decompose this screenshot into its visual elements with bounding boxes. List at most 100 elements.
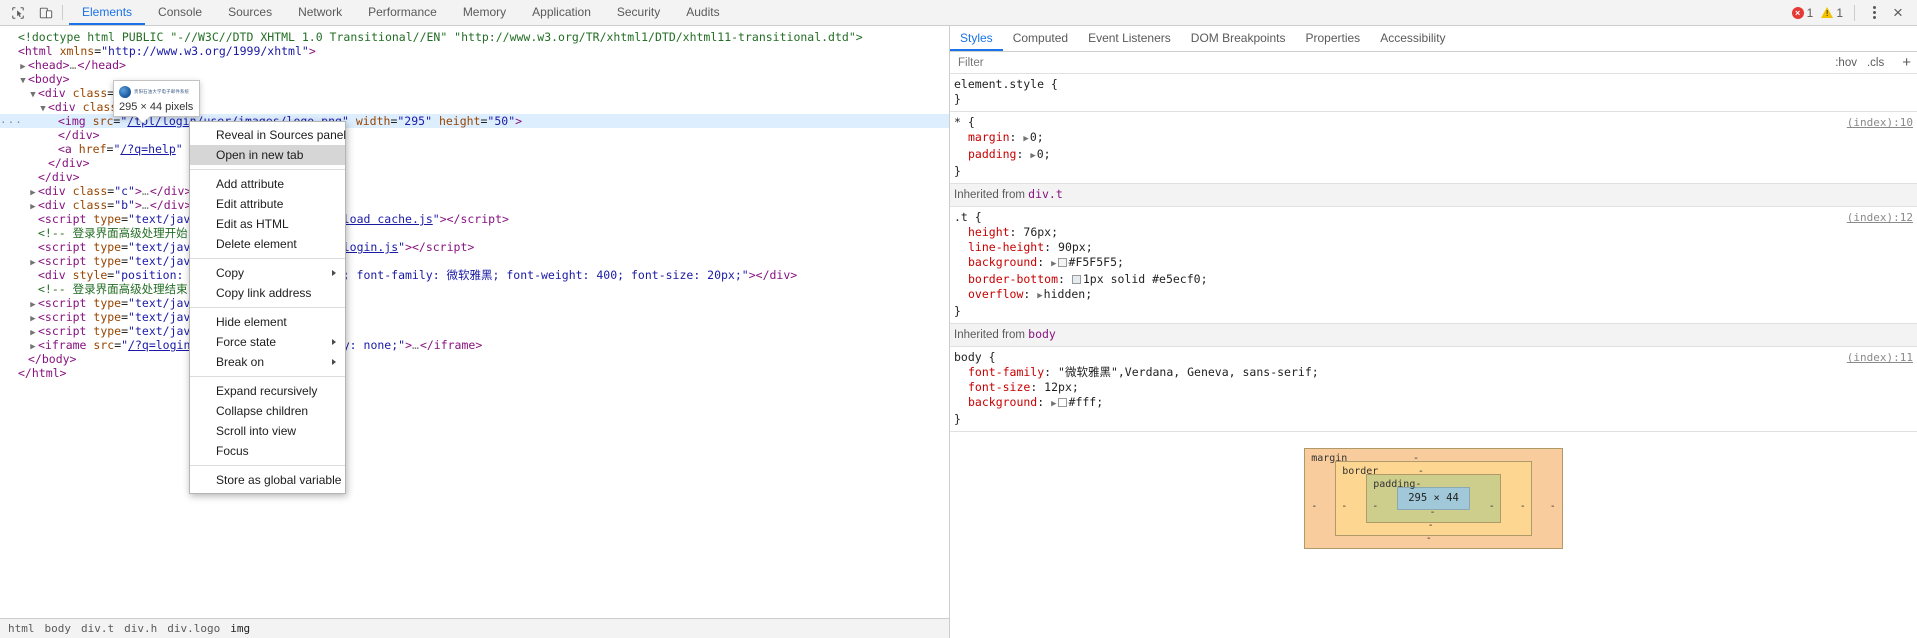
menu-item-edit-as-html[interactable]: Edit as HTML <box>190 214 345 234</box>
menu-item-expand-recursively[interactable]: Expand recursively <box>190 381 345 401</box>
styles-filter-input[interactable] <box>956 55 1836 70</box>
dom-node[interactable]: </html> <box>0 366 949 380</box>
tab-console[interactable]: Console <box>145 0 215 25</box>
menu-item-focus[interactable]: Focus <box>190 441 345 461</box>
breadcrumb-item-div-h[interactable]: div.h <box>124 622 157 635</box>
force-state-hov-button[interactable]: :hov <box>1835 57 1857 69</box>
tab-elements[interactable]: Elements <box>69 0 146 25</box>
inherited-from-target[interactable]: div.t <box>1028 187 1063 201</box>
expand-triangle-icon[interactable]: ▶ <box>1051 257 1056 272</box>
box-model-border[interactable]: border - - - - padding- - - -295 × 44 <box>1335 461 1532 536</box>
tab-properties[interactable]: Properties <box>1295 26 1370 51</box>
menu-item-copy-link-address[interactable]: Copy link address <box>190 283 345 303</box>
dom-node[interactable]: <a href="/?q=help" target="_blank">…</a> <box>0 142 949 156</box>
menu-item-force-state[interactable]: Force state <box>190 332 345 352</box>
css-property[interactable]: height: 76px; <box>954 225 1917 240</box>
dom-node[interactable]: </div> <box>0 128 949 142</box>
menu-item-break-on[interactable]: Break on <box>190 352 345 372</box>
expand-triangle-icon[interactable]: ▶ <box>1037 289 1042 304</box>
menu-item-hide-element[interactable]: Hide element <box>190 312 345 332</box>
menu-item-scroll-into-view[interactable]: Scroll into view <box>190 421 345 441</box>
breadcrumb-item-div-t[interactable]: div.t <box>81 622 114 635</box>
menu-item-copy[interactable]: Copy <box>190 263 345 283</box>
css-property[interactable]: line-height: 90px; <box>954 240 1917 255</box>
menu-item-store-as-global-variable[interactable]: Store as global variable <box>190 470 345 490</box>
dom-node[interactable]: <script type="text/javascript">…</script… <box>0 310 949 324</box>
dom-node[interactable]: <div class="c">…</div> <box>0 184 949 198</box>
inherited-from-target[interactable]: body <box>1028 327 1056 341</box>
tab-accessibility[interactable]: Accessibility <box>1370 26 1455 51</box>
box-model-margin[interactable]: margin - - - - border - - - - padding- - - -295 × 44 <box>1304 448 1563 549</box>
breadcrumb-item-div-logo[interactable]: div.logo <box>167 622 220 635</box>
dom-node[interactable]: <!doctype html PUBLIC "-//W3C//DTD XHTML… <box>0 30 949 44</box>
dom-node[interactable]: <div style="position: absolute; color: b… <box>0 268 949 282</box>
dom-node[interactable]: <script type="text/javascript">…</script… <box>0 254 949 268</box>
error-counter[interactable]: × 1 <box>1789 6 1817 20</box>
tab-sources[interactable]: Sources <box>215 0 285 25</box>
css-selector[interactable]: * { <box>954 115 1917 130</box>
menu-item-open-in-new-tab[interactable]: Open in new tab <box>190 145 345 165</box>
dom-node[interactable]: <iframe src="/?q=login.load c" style="di… <box>0 338 949 352</box>
dom-node[interactable]: </body> <box>0 352 949 366</box>
tab-styles[interactable]: Styles <box>950 26 1003 51</box>
box-model-padding[interactable]: padding- - - -295 × 44 <box>1366 474 1501 523</box>
menu-item-add-attribute[interactable]: Add attribute <box>190 174 345 194</box>
css-property[interactable]: font-family: "微软雅黑",Verdana, Geneva, san… <box>954 365 1917 380</box>
menu-item-collapse-children[interactable]: Collapse children <box>190 401 345 421</box>
css-property[interactable]: padding: ▶0; <box>954 147 1917 164</box>
dom-node[interactable]: <!-- 登录界面高级处理结束 --> <box>0 282 949 296</box>
close-icon[interactable]: × <box>1887 2 1909 24</box>
dom-node[interactable]: <script type="text/javascript" src="/tpl… <box>0 212 949 226</box>
inspect-element-icon[interactable] <box>8 3 28 23</box>
tab-dom-breakpoints[interactable]: DOM Breakpoints <box>1181 26 1296 51</box>
tab-network[interactable]: Network <box>285 0 355 25</box>
css-selector[interactable]: body { <box>954 350 1917 365</box>
css-rule-source-link[interactable]: (index):12 <box>1847 210 1913 225</box>
css-selector[interactable]: element.style { <box>954 77 1917 92</box>
breadcrumb-item-body[interactable]: body <box>45 622 72 635</box>
menu-item-delete-element[interactable]: Delete element <box>190 234 345 254</box>
css-property[interactable]: border-bottom: 1px solid #e5ecf0; <box>954 272 1917 287</box>
tab-computed[interactable]: Computed <box>1003 26 1078 51</box>
dom-node[interactable]: <div class="b">…</div> <box>0 198 949 212</box>
tab-performance[interactable]: Performance <box>355 0 450 25</box>
dom-node[interactable]: </div> <box>0 170 949 184</box>
more-options-icon[interactable] <box>1863 2 1885 24</box>
menu-item-reveal-in-sources-panel[interactable]: Reveal in Sources panel <box>190 125 346 145</box>
dom-node[interactable]: <script type="text/javascript" src="/tpl… <box>0 240 949 254</box>
dom-node[interactable]: <!-- 登录界面高级处理开始 --> <box>0 226 949 240</box>
dom-node[interactable]: <html xmlns="http://www.w3.org/1999/xhtm… <box>0 44 949 58</box>
element-classes-button[interactable]: .cls <box>1867 57 1884 69</box>
css-rule-source-link[interactable]: (index):10 <box>1847 115 1913 130</box>
breadcrumb-item-img[interactable]: img <box>230 622 250 635</box>
expand-triangle-icon[interactable]: ▶ <box>1023 132 1028 147</box>
css-property[interactable]: font-size: 12px; <box>954 380 1917 395</box>
color-swatch-icon[interactable] <box>1071 275 1081 284</box>
dom-node[interactable]: <head>…</head> <box>0 58 949 72</box>
dom-node[interactable]: <script type="text/javascript">…</script… <box>0 324 949 338</box>
tab-memory[interactable]: Memory <box>450 0 519 25</box>
css-property[interactable]: overflow: ▶hidden; <box>954 287 1917 304</box>
expand-triangle-icon[interactable]: ▶ <box>1051 397 1056 412</box>
breadcrumb-item-html[interactable]: html <box>8 622 35 635</box>
css-rule-source-link[interactable]: (index):11 <box>1847 350 1913 365</box>
devtools-main-toolbar: Elements Console Sources Network Perform… <box>0 0 1917 26</box>
css-property[interactable]: margin: ▶0; <box>954 130 1917 147</box>
expand-triangle-icon[interactable]: ▶ <box>1030 149 1035 164</box>
tab-security[interactable]: Security <box>604 0 673 25</box>
dom-node[interactable]: </div> <box>0 156 949 170</box>
tab-event-listeners[interactable]: Event Listeners <box>1078 26 1181 51</box>
device-toolbar-icon[interactable] <box>36 3 56 23</box>
warning-counter[interactable]: 1 <box>1818 6 1846 20</box>
tab-application[interactable]: Application <box>519 0 604 25</box>
css-property[interactable]: background: ▶ #fff; <box>954 395 1917 412</box>
dom-node[interactable]: <script type="text/javascript">…</script… <box>0 296 949 310</box>
new-style-rule-icon[interactable]: + <box>1902 55 1911 70</box>
dom-context-menu[interactable]: Reveal in Sources panel Open in new tab Ad… <box>189 121 346 494</box>
css-selector[interactable]: .t { <box>954 210 1917 225</box>
css-property[interactable]: background: ▶ #F5F5F5; <box>954 255 1917 272</box>
tab-audits[interactable]: Audits <box>673 0 732 25</box>
menu-item-edit-attribute[interactable]: Edit attribute <box>190 194 345 214</box>
color-swatch-icon[interactable] <box>1057 398 1067 407</box>
color-swatch-icon[interactable] <box>1057 258 1067 267</box>
